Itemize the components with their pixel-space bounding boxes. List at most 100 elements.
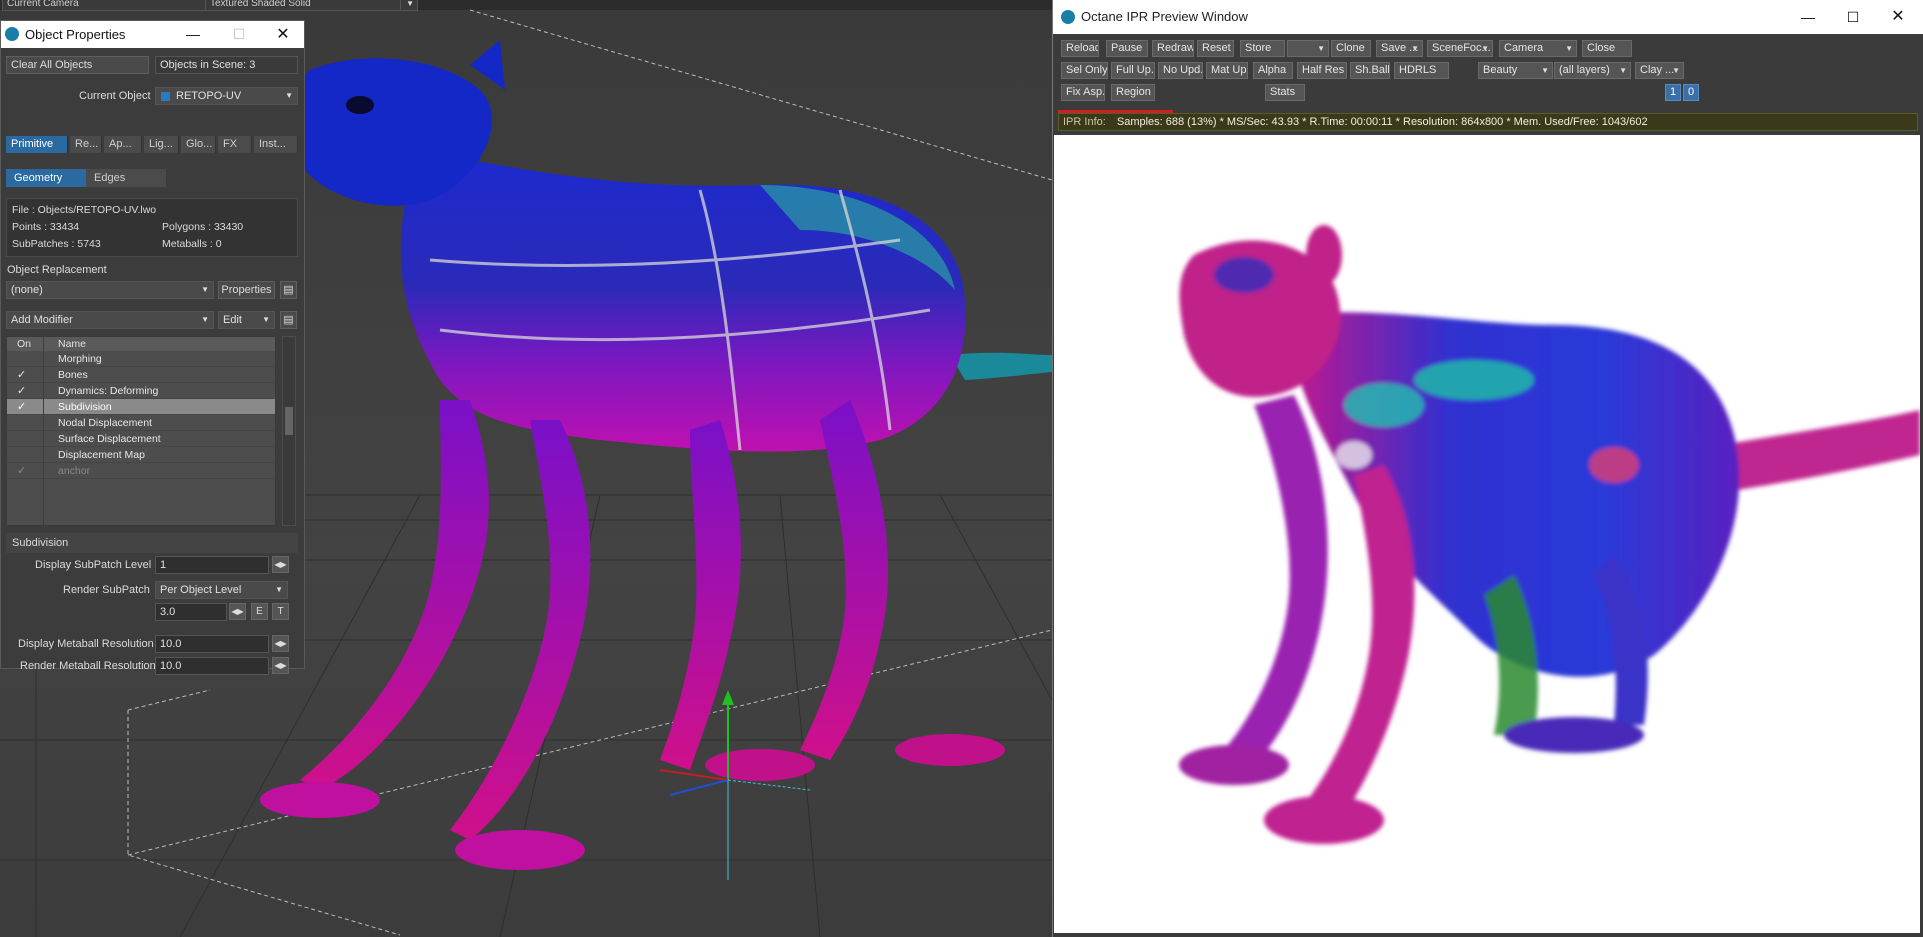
creature-body	[400, 150, 966, 452]
spinner-arrows-icon[interactable]: ◀▶	[272, 556, 289, 573]
spinner-arrows-icon[interactable]: ◀▶	[272, 657, 289, 674]
object-replacement-dropdown[interactable]: (none) ▼	[6, 281, 214, 299]
spinner-arrows-icon[interactable]: ◀▶	[229, 603, 246, 620]
layer-1-button[interactable]: 1	[1665, 84, 1681, 101]
modifier-row[interactable]: Surface Displacement	[7, 431, 275, 447]
render-metaball-input[interactable]: 10.0	[155, 657, 269, 675]
layer-0-button[interactable]: 0	[1683, 84, 1699, 101]
checkmark-icon[interactable]: ✓	[17, 367, 31, 383]
stats-button[interactable]: Stats	[1265, 84, 1305, 101]
store-button[interactable]: Store	[1240, 40, 1285, 57]
modifier-list-scrollbar[interactable]	[282, 336, 296, 526]
reset-button[interactable]: Reset	[1197, 40, 1234, 57]
modifier-row[interactable]: Morphing	[7, 351, 275, 367]
checkmark-icon[interactable]: ✓	[17, 463, 31, 479]
clipboard-icon[interactable]: ▤	[280, 281, 297, 299]
minimize-icon[interactable]: —	[173, 21, 213, 48]
clear-all-objects-button[interactable]: Clear All Objects	[6, 56, 149, 74]
reload-button[interactable]: Reload	[1061, 40, 1099, 57]
render-preview-area[interactable]	[1054, 135, 1920, 933]
add-modifier-dropdown[interactable]: Add Modifier ▼	[6, 311, 214, 329]
modifier-row[interactable]: ✓ anchor	[7, 463, 275, 479]
tab-item[interactable]: Lig...	[144, 136, 179, 153]
tab-primitive[interactable]: Primitive	[6, 136, 68, 153]
envelope-e-button[interactable]: E	[251, 603, 268, 620]
chevron-down-icon: ▼	[1481, 44, 1489, 53]
rendered-creature	[1179, 225, 1920, 844]
tab-item[interactable]: FX	[218, 136, 252, 153]
clay-dropdown[interactable]: Clay ... ▼	[1635, 62, 1684, 79]
checkmark-icon[interactable]: ✓	[17, 383, 31, 399]
pause-button[interactable]: Pause	[1106, 40, 1148, 57]
modifier-row[interactable]: ✓ Bones	[7, 367, 275, 383]
modifier-row[interactable]: Displacement Map	[7, 447, 275, 463]
half-res-button[interactable]: Half Res	[1297, 62, 1347, 79]
octane-titlebar[interactable]: Octane IPR Preview Window — ☐ ✕	[1053, 0, 1923, 34]
chevron-down-icon: ▼	[1317, 44, 1325, 53]
alpha-button[interactable]: Alpha	[1253, 62, 1293, 79]
display-metaball-input[interactable]: 10.0	[155, 635, 269, 653]
tab-item[interactable]: Re...	[70, 136, 102, 153]
display-subpatch-input[interactable]: 1	[155, 556, 269, 574]
scene-focus-dropdown[interactable]: SceneFoc... ▼	[1427, 40, 1493, 57]
sh-ball-label: Sh.Ball	[1355, 64, 1390, 76]
beauty-dropdown[interactable]: Beauty ▼	[1478, 62, 1553, 79]
subtab-edges[interactable]: Edges	[86, 169, 166, 187]
creature-eye	[346, 96, 374, 114]
object-properties-titlebar[interactable]: Object Properties — ☐ ✕	[1, 21, 304, 48]
close-icon[interactable]: ✕	[1878, 0, 1918, 34]
mat-update-button[interactable]: Mat Upd	[1206, 62, 1248, 79]
region-button[interactable]: Region	[1111, 84, 1155, 101]
modifier-list[interactable]: On Name Morphing ✓ Bones ✓ Dynamics: Deformi…	[6, 336, 276, 526]
sel-only-button[interactable]: Sel Only	[1061, 62, 1108, 79]
close-icon[interactable]: ✕	[263, 21, 303, 48]
lightwave-app-icon	[5, 27, 19, 41]
half-res-label: Half Res	[1302, 64, 1345, 76]
clipboard-icon[interactable]: ▤	[280, 311, 297, 329]
subtab-geometry[interactable]: Geometry	[6, 169, 86, 187]
modifier-row[interactable]: ✓ Subdivision	[7, 399, 275, 415]
modifier-name: Morphing	[58, 353, 102, 365]
tab-item[interactable]: Glo...	[181, 136, 216, 153]
clone-button[interactable]: Clone	[1331, 40, 1371, 57]
properties-button[interactable]: Properties	[218, 281, 275, 299]
camera-dropdown[interactable]: Camera ▼	[1499, 40, 1577, 57]
no-update-button[interactable]: No Upd..	[1158, 62, 1203, 79]
checkmark-icon[interactable]: ✓	[17, 399, 31, 415]
ipr-info-label: IPR Info:	[1063, 116, 1106, 128]
sel-only-label: Sel Only	[1066, 64, 1108, 76]
modifier-row[interactable]: Nodal Displacement	[7, 415, 275, 431]
objects-in-scene-readout: Objects in Scene: 3	[155, 56, 298, 74]
object-info-box: File : Objects/RETOPO-UV.lwo Points : 33…	[6, 198, 298, 257]
maximize-icon[interactable]: ☐	[219, 21, 259, 48]
chevron-down-icon: ▼	[1672, 66, 1680, 75]
close-button[interactable]: Close	[1582, 40, 1632, 57]
minimize-icon[interactable]: —	[1788, 0, 1828, 34]
pause-label: Pause	[1111, 42, 1143, 54]
render-red-patch	[1589, 447, 1639, 483]
render-subpatch-level-input[interactable]: 3.0	[155, 603, 227, 621]
fix-aspect-button[interactable]: Fix Asp..	[1061, 84, 1105, 101]
render-metaball-label: Render Metaball Resolution	[20, 660, 156, 672]
render-subpatch-dropdown[interactable]: Per Object Level ▼	[155, 581, 288, 599]
display-metaball-label: Display Metaball Resolution	[18, 638, 154, 650]
scrollbar-thumb[interactable]	[285, 407, 293, 435]
save-dropdown[interactable]: Save ... ▼	[1376, 40, 1423, 57]
modifier-name: Dynamics: Deforming	[58, 385, 159, 397]
sh-ball-button[interactable]: Sh.Ball	[1350, 62, 1390, 79]
all-layers-dropdown[interactable]: (all layers) ▼	[1554, 62, 1631, 79]
tab-item[interactable]: Ap...	[104, 136, 142, 153]
subpatches-count: SubPatches : 5743	[12, 238, 101, 250]
maximize-icon[interactable]: ☐	[1833, 0, 1873, 34]
texture-t-button[interactable]: T	[272, 603, 289, 620]
spinner-arrows-icon[interactable]: ◀▶	[272, 635, 289, 652]
hdrls-button[interactable]: HDRLS	[1394, 62, 1449, 79]
current-object-dropdown[interactable]: RETOPO-UV ▼	[155, 87, 298, 105]
modifier-row[interactable]: ✓ Dynamics: Deforming	[7, 383, 275, 399]
render-white-patch	[1336, 441, 1372, 469]
redraw-button[interactable]: Redraw	[1152, 40, 1194, 57]
store-slot-dropdown[interactable]: ▼	[1287, 40, 1329, 57]
edit-dropdown[interactable]: Edit ▼	[218, 311, 275, 329]
tab-item[interactable]: Inst...	[254, 136, 298, 153]
full-update-button[interactable]: Full Up...	[1111, 62, 1155, 79]
